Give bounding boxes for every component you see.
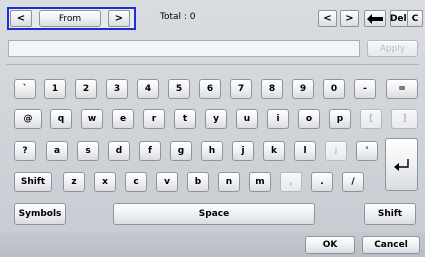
key[interactable]: g xyxy=(170,141,192,161)
key[interactable]: 4 xyxy=(137,79,159,99)
key[interactable]: t xyxy=(174,109,196,129)
shift-key-left[interactable]: Shift xyxy=(14,172,52,192)
key[interactable]: , xyxy=(280,172,302,192)
key[interactable]: ? xyxy=(14,141,36,161)
key[interactable]: o xyxy=(298,109,320,129)
total-count: Total : 0 xyxy=(160,12,196,22)
key[interactable]: ` xyxy=(14,79,36,99)
key[interactable]: m xyxy=(249,172,271,192)
key[interactable]: v xyxy=(156,172,178,192)
key[interactable]: b xyxy=(187,172,209,192)
key[interactable]: @ xyxy=(14,109,42,129)
key[interactable]: n xyxy=(218,172,240,192)
key[interactable]: z xyxy=(63,172,85,192)
key[interactable]: k xyxy=(263,141,285,161)
keyboard-panel: < From > Total : 0 < > Del. C Apply ` 1 … xyxy=(0,0,425,257)
key[interactable]: 0 xyxy=(323,79,345,99)
key[interactable]: ; xyxy=(325,141,347,161)
key[interactable]: 6 xyxy=(199,79,221,99)
key[interactable]: u xyxy=(236,109,258,129)
prev-direction-button[interactable]: < xyxy=(10,10,32,27)
apply-button[interactable]: Apply xyxy=(367,40,418,57)
key[interactable]: 8 xyxy=(261,79,283,99)
cursor-right-button[interactable]: > xyxy=(340,10,359,27)
key[interactable]: ] xyxy=(391,109,418,129)
key[interactable]: h xyxy=(201,141,223,161)
key[interactable]: e xyxy=(112,109,134,129)
key[interactable]: y xyxy=(205,109,227,129)
text-input[interactable] xyxy=(8,40,360,57)
direction-label[interactable]: From xyxy=(39,10,101,27)
key[interactable]: c xyxy=(125,172,147,192)
key[interactable]: w xyxy=(81,109,103,129)
key[interactable]: i xyxy=(267,109,289,129)
key[interactable]: 5 xyxy=(168,79,190,99)
ok-button[interactable]: OK xyxy=(305,236,355,254)
key[interactable]: . xyxy=(311,172,333,192)
enter-key[interactable] xyxy=(385,138,418,191)
key[interactable]: 9 xyxy=(292,79,314,99)
clear-button[interactable]: C xyxy=(407,10,423,27)
backspace-arrow-icon xyxy=(367,13,383,24)
key[interactable]: / xyxy=(342,172,364,192)
key[interactable]: p xyxy=(329,109,351,129)
key[interactable]: 1 xyxy=(44,79,66,99)
key[interactable]: 2 xyxy=(75,79,97,99)
backspace-button[interactable] xyxy=(364,10,386,27)
key[interactable]: - xyxy=(354,79,376,99)
space-key[interactable]: Space xyxy=(113,203,315,225)
key[interactable]: ' xyxy=(356,141,378,161)
key[interactable]: 7 xyxy=(230,79,252,99)
key[interactable]: s xyxy=(77,141,99,161)
key[interactable]: d xyxy=(108,141,130,161)
key[interactable]: q xyxy=(50,109,72,129)
key[interactable]: j xyxy=(232,141,254,161)
key[interactable]: = xyxy=(386,79,418,99)
cursor-left-button[interactable]: < xyxy=(318,10,337,27)
key[interactable]: 3 xyxy=(106,79,128,99)
symbols-key[interactable]: Symbols xyxy=(14,203,66,225)
key[interactable]: f xyxy=(139,141,161,161)
key[interactable]: l xyxy=(294,141,316,161)
enter-arrow-icon xyxy=(393,158,409,171)
key[interactable]: a xyxy=(46,141,68,161)
key[interactable]: r xyxy=(143,109,165,129)
cancel-button[interactable]: Cancel xyxy=(362,236,420,254)
key[interactable]: x xyxy=(94,172,116,192)
shift-key-right[interactable]: Shift xyxy=(364,203,416,225)
next-direction-button[interactable]: > xyxy=(108,10,130,27)
key[interactable]: [ xyxy=(360,109,382,129)
